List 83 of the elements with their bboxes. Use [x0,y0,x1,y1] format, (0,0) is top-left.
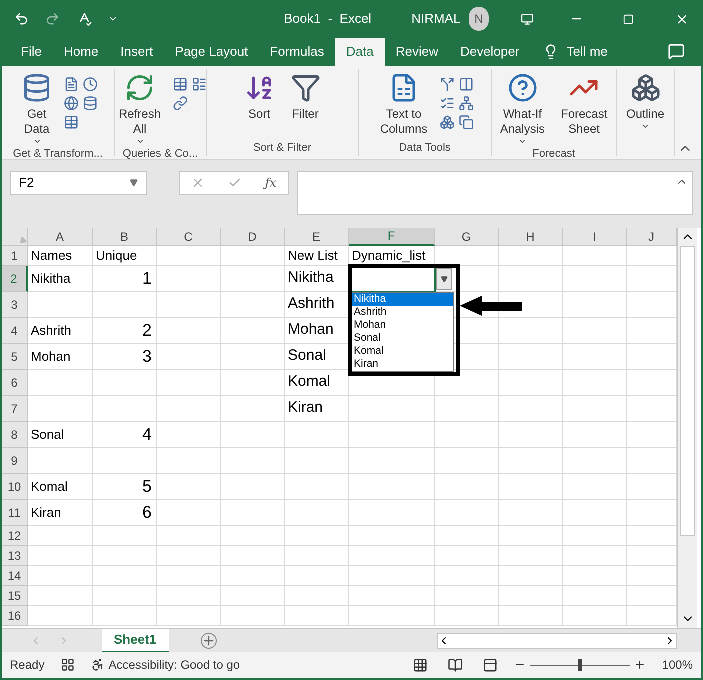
row-header[interactable]: 16 [2,606,28,626]
row-header[interactable]: 6 [2,370,28,396]
name-box[interactable]: F2 [10,171,147,195]
column-header[interactable]: D [221,228,285,246]
column-header[interactable]: C [157,228,221,246]
row-header[interactable]: 12 [2,526,28,546]
ribbon-tab[interactable]: Developer [449,38,531,66]
group-label: Data Tools [399,142,451,154]
table-cell: Mohan [28,344,93,370]
column-header[interactable]: H [499,228,563,246]
group-label: Get & Transform... [13,148,103,160]
column-header[interactable]: F [349,228,435,246]
row-header[interactable]: 10 [2,474,28,500]
row-header[interactable]: 7 [2,396,28,422]
ribbon-button[interactable]: What-If Analysis [496,73,549,146]
column-header[interactable]: A [28,228,93,246]
table-cell: Dynamic_list [349,246,435,266]
dropdown-item[interactable]: Ashrith [351,306,453,319]
group-label: Queries & Co... [122,148,198,160]
sheet-tab[interactable]: Sheet1 [102,628,169,652]
table-cell: Sonal [285,344,349,370]
table-cell: Kiran [28,500,93,526]
window-title: Book1 - Excel [284,10,372,28]
dropdown-item[interactable]: Sonal [351,332,453,345]
tell-me-search[interactable]: Tell me [566,42,608,62]
row-header[interactable]: 1 [2,246,28,266]
table-cell: Unique [93,246,157,266]
ribbon-button[interactable]: Forecast Sheet [557,73,612,137]
zoom-level[interactable]: 100% [662,656,693,674]
row-header[interactable]: 5 [2,344,28,370]
row-header[interactable]: 15 [2,586,28,606]
table-cell: New List [285,246,349,266]
row-header[interactable]: 9 [2,448,28,474]
ribbon-tab[interactable]: Review [384,38,450,66]
row-header[interactable]: 14 [2,566,28,586]
ribbon-button[interactable]: Get Data [18,73,56,146]
column-header[interactable]: B [93,228,157,246]
row-header[interactable]: 11 [2,500,28,526]
table-cell: Komal [285,370,349,396]
ribbon-button[interactable]: Text to Columns [376,73,432,137]
dropdown-item[interactable]: Nikitha [351,293,453,306]
ribbon-tab[interactable]: Page Layout [164,38,260,66]
ribbon-tab[interactable]: Data [335,38,385,66]
table-cell: 3 [93,344,157,370]
table-cell: 2 [93,318,157,344]
dropdown-item[interactable]: Mohan [351,319,453,332]
group-label: Sort & Filter [253,142,312,154]
table-cell: Ashrith [28,318,93,344]
column-header[interactable]: G [435,228,499,246]
row-header[interactable]: 8 [2,422,28,448]
row-header[interactable]: 4 [2,318,28,344]
status-text: Ready [10,657,45,674]
ribbon-button[interactable]: Outline [622,73,669,131]
user-name: NIRMAL [412,10,461,28]
table-cell: Ashrith [285,292,349,318]
row-header[interactable]: 2 [2,266,28,292]
accessibility-status[interactable]: Accessibility: Good to go [108,656,240,674]
table-cell: 1 [93,266,157,292]
avatar[interactable]: N [468,7,490,31]
table-cell: 6 [93,500,157,526]
ribbon-tab[interactable]: Home [52,38,110,66]
table-cell: Komal [28,474,93,500]
table-cell: Sonal [28,422,93,448]
ribbon-button[interactable]: Sort [240,73,278,122]
table-cell: Kiran [285,396,349,422]
group-label: Forecast [532,148,576,160]
table-cell: Nikitha [28,266,93,292]
dropdown-item[interactable]: Kiran [351,358,453,371]
ribbon-tab[interactable]: Formulas [259,38,336,66]
function-icon[interactable]: ƒx [265,174,277,192]
column-header[interactable]: I [563,228,627,246]
table-cell: Mohan [285,318,349,344]
ribbon-tab[interactable]: Insert [110,38,164,66]
ribbon-tab[interactable]: File [10,38,53,66]
ribbon-button[interactable]: Refresh All [115,73,166,146]
table-cell: Nikitha [285,266,349,292]
table-cell: Names [28,246,93,266]
row-header[interactable]: 13 [2,546,28,566]
table-cell: 4 [93,422,157,448]
ribbon-button[interactable]: Filter [286,73,324,122]
dropdown-item[interactable]: Komal [351,345,453,358]
table-cell: 5 [93,474,157,500]
row-header[interactable]: 3 [2,292,28,318]
